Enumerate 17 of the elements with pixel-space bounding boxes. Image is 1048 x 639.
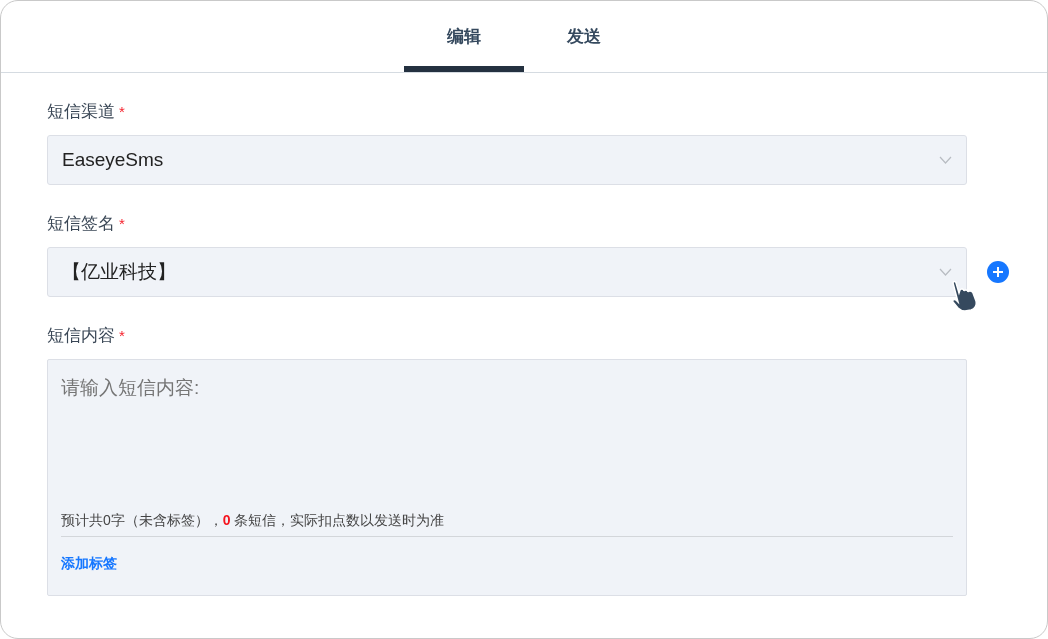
select-field[interactable]: 【亿业科技】 bbox=[47, 247, 967, 297]
select-field[interactable]: EaseyeSms bbox=[47, 135, 967, 185]
field-label: 短信内容 bbox=[47, 324, 115, 347]
required-mark: * bbox=[119, 326, 125, 344]
field-label: 短信签名 bbox=[47, 212, 115, 235]
text-area[interactable]: 请输入短信内容: 预计共0字（未含标签），0 条短信，实际扣点数以发送时为准 添加标签 bbox=[47, 359, 967, 596]
chevron-down-icon bbox=[939, 268, 952, 276]
content-input[interactable]: 请输入短信内容: bbox=[61, 374, 953, 402]
tab[interactable]: 编辑 bbox=[404, 1, 524, 72]
add-tag-link[interactable]: 添加标签 bbox=[61, 555, 117, 573]
character-counter: 预计共0字（未含标签），0 条短信，实际扣点数以发送时为准 bbox=[61, 512, 953, 537]
required-mark: * bbox=[119, 214, 125, 232]
chevron-down-icon bbox=[939, 156, 952, 164]
required-mark: * bbox=[119, 102, 125, 120]
tab[interactable]: 发送 bbox=[524, 1, 644, 72]
add-icon[interactable] bbox=[987, 261, 1009, 283]
field-label: 短信渠道 bbox=[47, 100, 115, 123]
